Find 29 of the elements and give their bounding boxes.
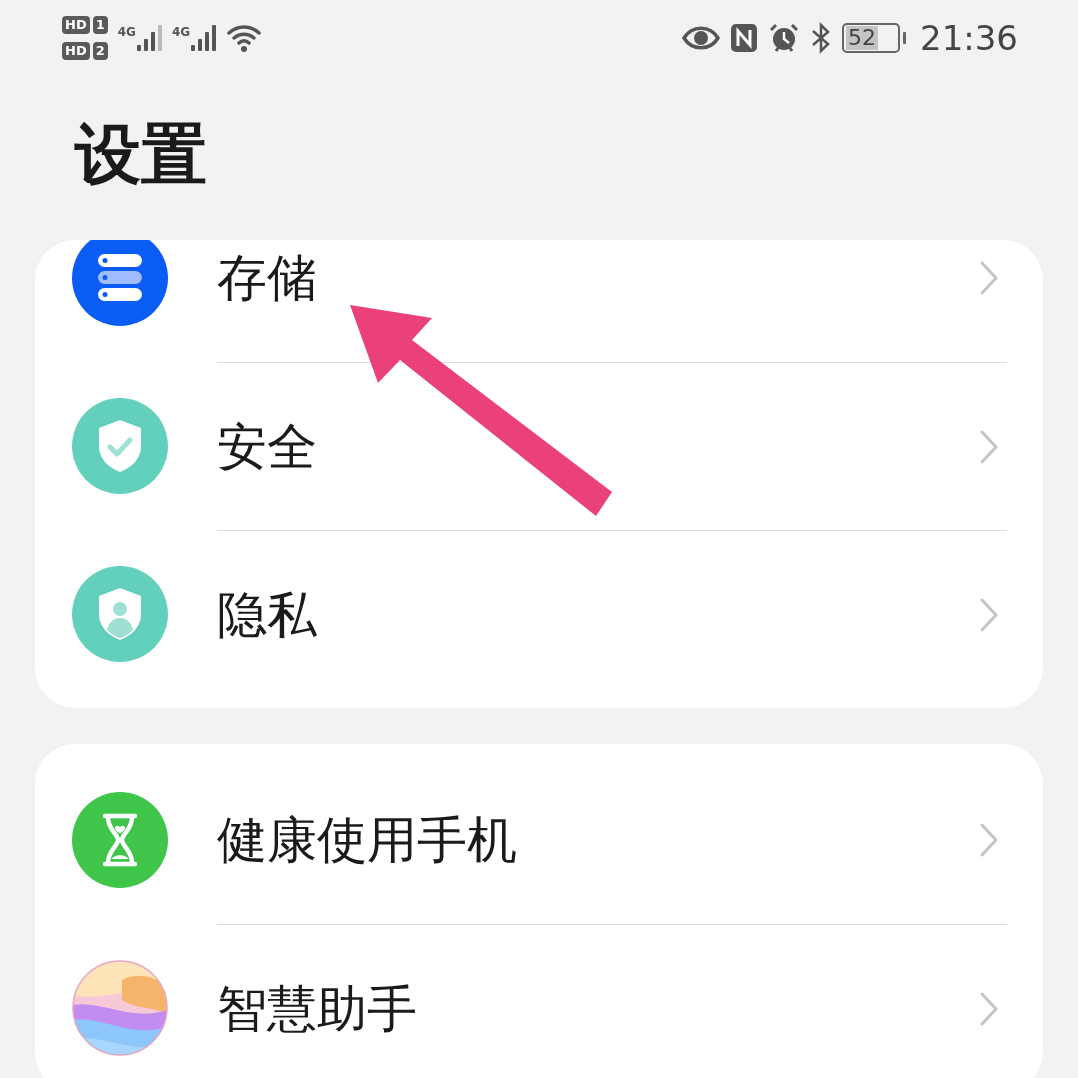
network-type: 4G xyxy=(171,24,191,39)
settings-item[interactable]: 健康使用手机 xyxy=(217,810,517,870)
eye-icon xyxy=(682,24,720,51)
bluetooth-icon xyxy=(810,21,832,54)
chevron-right-icon xyxy=(979,260,999,296)
page-title: 设置 xyxy=(75,117,208,195)
settings-item[interactable]: 安全 xyxy=(217,416,317,477)
wifi-icon xyxy=(226,22,263,53)
chevron-right-icon xyxy=(979,822,999,858)
hourglass-icon xyxy=(72,792,168,888)
chevron-right-icon xyxy=(979,428,999,465)
signal-icon xyxy=(135,22,162,53)
settings-item[interactable]: 智慧助手 xyxy=(217,978,417,1039)
sim-slot: 2 xyxy=(92,41,108,60)
network-type: 4G xyxy=(117,24,136,39)
sim-slot: 1 xyxy=(92,15,108,34)
chevron-right-icon xyxy=(979,990,999,1027)
hd-badge: HD xyxy=(62,41,90,60)
shield-person-icon xyxy=(72,566,168,662)
chevron-right-icon xyxy=(979,596,999,633)
signal-icon xyxy=(190,22,217,53)
nfc-icon xyxy=(730,22,758,53)
settings-item[interactable]: 隐私 xyxy=(217,584,317,645)
alarm-icon xyxy=(768,21,800,54)
settings-item[interactable]: 存储 xyxy=(217,248,317,308)
battery-level: 52 xyxy=(846,25,878,50)
shield-check-icon xyxy=(72,398,168,494)
hd-badge: HD xyxy=(62,15,90,34)
clock-time: 21:36 xyxy=(920,17,1018,58)
